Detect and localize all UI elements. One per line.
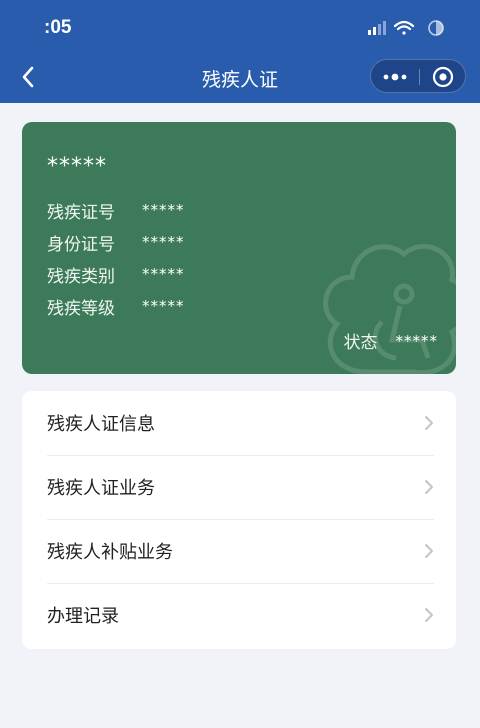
card-row-id-number: 身份证号 ***** xyxy=(47,227,347,257)
card-value: ***** xyxy=(142,233,185,251)
menu-item-label: 办理记录 xyxy=(47,606,119,627)
wifi-icon xyxy=(393,20,415,35)
nav-bar: 残疾人证 xyxy=(0,52,480,103)
card-holder-name: ***** xyxy=(47,154,107,179)
menu-item-records[interactable]: 办理记录 xyxy=(22,583,456,647)
status-icons xyxy=(364,18,454,38)
card-row-disability-type: 残疾类别 ***** xyxy=(47,259,347,289)
close-target-icon xyxy=(432,66,454,88)
menu-item-label: 残疾人补贴业务 xyxy=(47,542,173,563)
app-header: :05 残疾人证 xyxy=(0,0,480,103)
card-value: ***** xyxy=(142,265,185,283)
menu-item-label: 残疾人证信息 xyxy=(47,414,155,435)
card-label: 残疾等级 xyxy=(47,298,115,319)
card-row-disability-level: 残疾等级 ***** xyxy=(47,291,347,321)
card-value: ***** xyxy=(142,297,185,315)
page-title: 残疾人证 xyxy=(201,69,278,91)
menu-item-subsidy-services[interactable]: 残疾人补贴业务 xyxy=(22,519,456,583)
chevron-left-icon xyxy=(22,66,34,88)
disability-card: ***** 残疾证号 ***** 身份证号 ***** 残疾类别 ***** 残… xyxy=(22,122,456,374)
chevron-right-icon xyxy=(425,416,433,430)
more-button[interactable] xyxy=(371,60,419,94)
card-label: 残疾证号 xyxy=(47,202,115,223)
menu-item-label: 残疾人证业务 xyxy=(47,478,155,499)
more-dots-icon xyxy=(383,73,407,81)
close-button[interactable] xyxy=(419,60,467,94)
mini-program-capsule xyxy=(370,59,466,93)
chevron-right-icon xyxy=(425,544,433,558)
card-status-value: ***** xyxy=(395,331,438,350)
status-time: :05 xyxy=(44,17,72,38)
card-label: 身份证号 xyxy=(47,234,115,255)
card-label: 残疾类别 xyxy=(47,266,115,287)
chevron-right-icon xyxy=(425,480,433,494)
card-row-disability-id: 残疾证号 ***** xyxy=(47,195,347,225)
menu-item-card-services[interactable]: 残疾人证业务 xyxy=(22,455,456,519)
back-button[interactable] xyxy=(14,62,42,92)
service-menu: 残疾人证信息 残疾人证业务 残疾人补贴业务 办理记录 xyxy=(22,391,456,649)
card-status-label: 状态 xyxy=(343,333,378,353)
signal-icon xyxy=(368,21,386,35)
card-status: 状态 ***** xyxy=(343,328,439,354)
card-value: ***** xyxy=(142,201,185,219)
chevron-right-icon xyxy=(425,608,433,622)
menu-item-card-info[interactable]: 残疾人证信息 xyxy=(22,391,456,455)
status-bar: :05 xyxy=(0,0,480,52)
battery-icon xyxy=(428,20,444,36)
